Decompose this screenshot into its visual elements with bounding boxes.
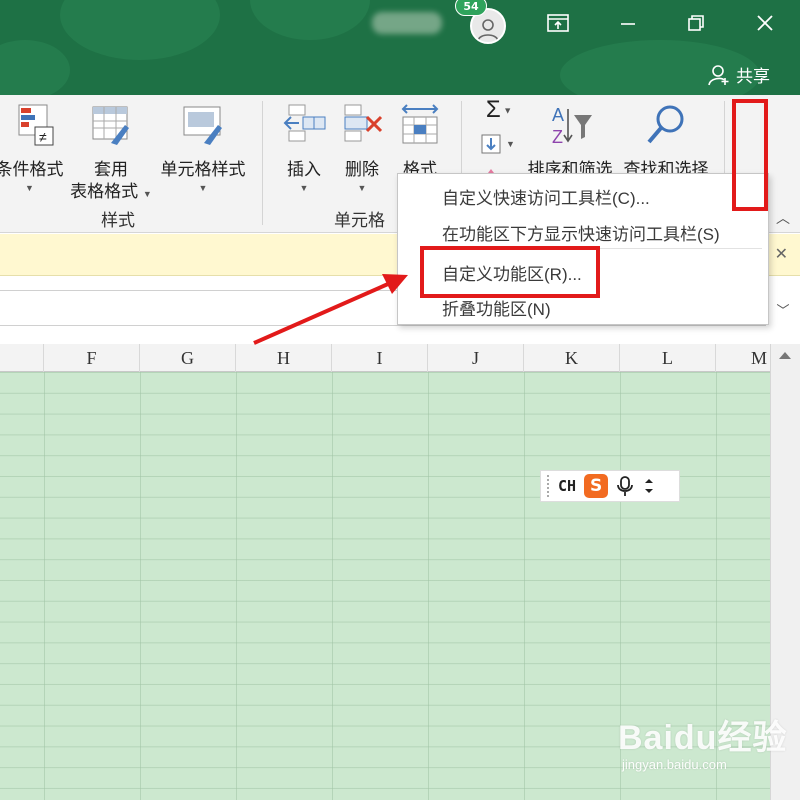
ime-mode-label[interactable]: CH bbox=[558, 477, 576, 495]
cell-styles-label: 单元格样式 bbox=[160, 160, 246, 179]
minimize-icon bbox=[621, 23, 635, 25]
column-header-row: E F G H I J K L M bbox=[0, 344, 770, 372]
cell-styles-button[interactable]: 单元格样式 ▼ bbox=[156, 103, 250, 195]
column-header-k[interactable]: K bbox=[524, 344, 620, 372]
restore-icon bbox=[688, 15, 704, 31]
title-bar: 54 共享 bbox=[0, 0, 800, 95]
format-cells-icon bbox=[401, 104, 439, 144]
fill-down-icon: ▼ bbox=[481, 134, 515, 154]
menu-item-show-quick-access-below[interactable]: 在功能区下方显示快速访问工具栏(S) bbox=[442, 220, 720, 245]
column-header-i[interactable]: I bbox=[332, 344, 428, 372]
expand-formula-button[interactable]: ﹀ bbox=[768, 292, 798, 326]
svg-text:Z: Z bbox=[552, 127, 563, 147]
background-decoration bbox=[60, 0, 220, 60]
chevron-down-icon: ﹀ bbox=[776, 303, 790, 319]
column-header-e[interactable]: E bbox=[0, 344, 44, 372]
conditional-format-button[interactable]: ≠ 条件格式 ▼ bbox=[0, 103, 67, 195]
column-header-h[interactable]: H bbox=[236, 344, 332, 372]
sogou-logo-icon[interactable]: S bbox=[584, 474, 609, 498]
ribbon-display-options-button[interactable] bbox=[543, 10, 573, 36]
cell-styles-icon bbox=[183, 106, 222, 145]
menu-item-customize-quick-access[interactable]: 自定义快速访问工具栏(C)... bbox=[442, 184, 650, 209]
watermark-url: jingyan.baidu.com bbox=[622, 757, 727, 772]
highlight-box-ribbon-area bbox=[732, 99, 768, 211]
insert-label: 插入 bbox=[287, 160, 321, 179]
account-name-blurred bbox=[372, 12, 442, 34]
sort-filter-icon: A Z bbox=[552, 105, 592, 147]
sum-icon: Σ bbox=[485, 96, 501, 123]
column-header-l[interactable]: L bbox=[620, 344, 716, 372]
column-header-g[interactable]: G bbox=[140, 344, 236, 372]
chevron-down-icon: ▼ bbox=[25, 183, 34, 193]
chevron-down-icon: ▼ bbox=[299, 183, 309, 193]
delete-cells-icon bbox=[344, 104, 383, 142]
collapse-ribbon-button[interactable]: ︿ bbox=[772, 207, 794, 229]
column-header-j[interactable]: J bbox=[428, 344, 524, 372]
background-decoration bbox=[0, 40, 70, 95]
add-person-icon bbox=[708, 64, 729, 85]
share-button[interactable]: 共享 bbox=[708, 62, 770, 87]
baidu-jingyan-watermark: Baidu经验 jingyan.baidu.com bbox=[618, 710, 787, 772]
delete-label: 删除 bbox=[345, 160, 379, 179]
svg-text:A: A bbox=[552, 105, 564, 125]
watermark-brand: Baidu经验 bbox=[618, 719, 788, 757]
close-button[interactable] bbox=[750, 10, 780, 36]
background-decoration bbox=[250, 0, 370, 40]
table-format-icon bbox=[92, 106, 129, 145]
find-select-button[interactable]: 查找和选择 bbox=[618, 103, 714, 181]
insert-cells-button[interactable]: 插入 ▼ bbox=[276, 103, 332, 195]
conditional-format-icon: ≠ bbox=[18, 104, 53, 146]
menu-item-collapse-ribbon[interactable]: 折叠功能区(N) bbox=[442, 295, 551, 320]
styles-group-label: 样式 bbox=[101, 211, 135, 230]
drag-handle[interactable] bbox=[547, 475, 550, 497]
cells-group-label: 单元格 bbox=[334, 211, 385, 230]
format-as-table-button[interactable]: 套用 表格格式 ▼ bbox=[66, 103, 156, 205]
ime-toolbar: CH S bbox=[540, 470, 680, 502]
highlight-box-customize-ribbon bbox=[420, 246, 600, 298]
group-divider bbox=[262, 101, 263, 225]
chevron-down-icon: ▼ bbox=[198, 183, 208, 193]
minimize-button[interactable] bbox=[613, 10, 643, 36]
svg-text:≠: ≠ bbox=[39, 129, 47, 145]
chevron-down-icon: ▼ bbox=[357, 183, 367, 193]
scroll-up-icon[interactable] bbox=[779, 352, 791, 359]
chevron-up-icon: ︿ bbox=[776, 210, 790, 226]
more-options-icon[interactable] bbox=[642, 475, 656, 497]
format-cells-button[interactable]: 格式 bbox=[392, 103, 448, 181]
autosum-button[interactable]: Σ ▼ bbox=[476, 96, 522, 123]
sort-filter-button[interactable]: A Z 排序和筛选 bbox=[522, 103, 618, 181]
column-header-f[interactable]: F bbox=[44, 344, 140, 372]
fill-button[interactable]: ▼ bbox=[476, 133, 522, 161]
ribbon-display-icon bbox=[547, 14, 569, 32]
microphone-icon[interactable] bbox=[616, 475, 634, 497]
close-message-icon[interactable]: ✕ bbox=[775, 244, 788, 263]
close-icon bbox=[757, 15, 773, 31]
notification-badge: 54 bbox=[455, 0, 487, 16]
person-icon bbox=[477, 19, 499, 42]
svg-text:▼: ▼ bbox=[506, 139, 515, 149]
conditional-format-label: 条件格式 bbox=[0, 160, 64, 179]
format-as-table-label-2: 表格格式 ▼ bbox=[70, 182, 152, 201]
share-label: 共享 bbox=[736, 67, 770, 86]
insert-cells-icon bbox=[283, 104, 326, 142]
restore-button[interactable] bbox=[681, 10, 711, 36]
format-as-table-label-1: 套用 bbox=[94, 160, 128, 179]
delete-cells-button[interactable]: 删除 ▼ bbox=[334, 103, 390, 195]
magnifier-icon bbox=[647, 105, 684, 144]
